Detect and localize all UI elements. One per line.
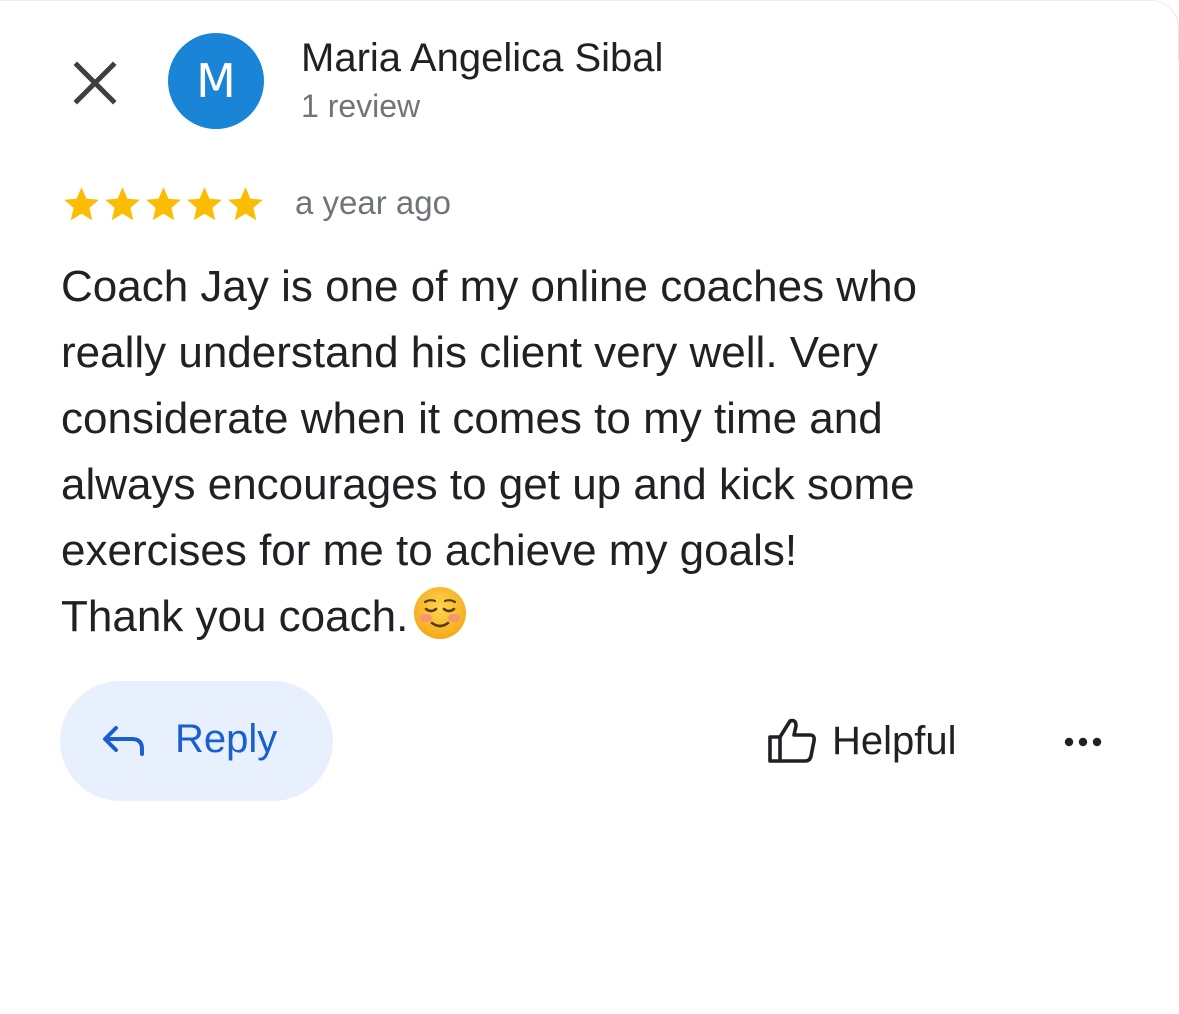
star-rating (61, 183, 266, 225)
review-text-line: really understand his client very well. … (61, 328, 878, 377)
helpful-label: Helpful (832, 718, 957, 763)
close-button[interactable] (64, 52, 126, 114)
avatar[interactable]: M (168, 33, 264, 129)
star-icon (146, 186, 181, 220)
more-horizontal-icon (1064, 737, 1102, 747)
more-options-button[interactable] (1055, 720, 1111, 764)
helpful-button[interactable]: Helpful (766, 706, 957, 776)
star-icon (105, 186, 140, 220)
reply-label: Reply (175, 717, 278, 761)
review-text-line: exercises for me to achieve my goals! (61, 526, 798, 575)
reply-button[interactable]: Reply (60, 681, 333, 801)
reply-arrow-icon (103, 726, 144, 756)
review-text-line: Thank you coach. (61, 592, 409, 641)
review-text-line: Coach Jay is one of my online coaches wh… (61, 262, 918, 311)
review-text-line: always encourages to get up and kick som… (61, 460, 915, 509)
review-count: 1 review (301, 88, 421, 124)
review-text-line: considerate when it comes to my time and (61, 394, 883, 443)
star-icon (64, 186, 99, 220)
review-card: M Maria Angelica Sibal 1 review a year a… (0, 0, 1179, 1014)
star-icon (228, 186, 263, 220)
avatar-letter: M (196, 54, 236, 108)
thumbs-up-icon (768, 718, 816, 763)
smiling-face-icon (414, 587, 467, 639)
close-icon (73, 61, 117, 105)
author-name[interactable]: Maria Angelica Sibal (301, 36, 663, 81)
star-icon (187, 186, 222, 220)
review-time: a year ago (295, 184, 451, 221)
review-text-last-line: Thank you coach. (61, 584, 1121, 650)
review-text: Coach Jay is one of my online coaches wh… (61, 254, 1121, 650)
